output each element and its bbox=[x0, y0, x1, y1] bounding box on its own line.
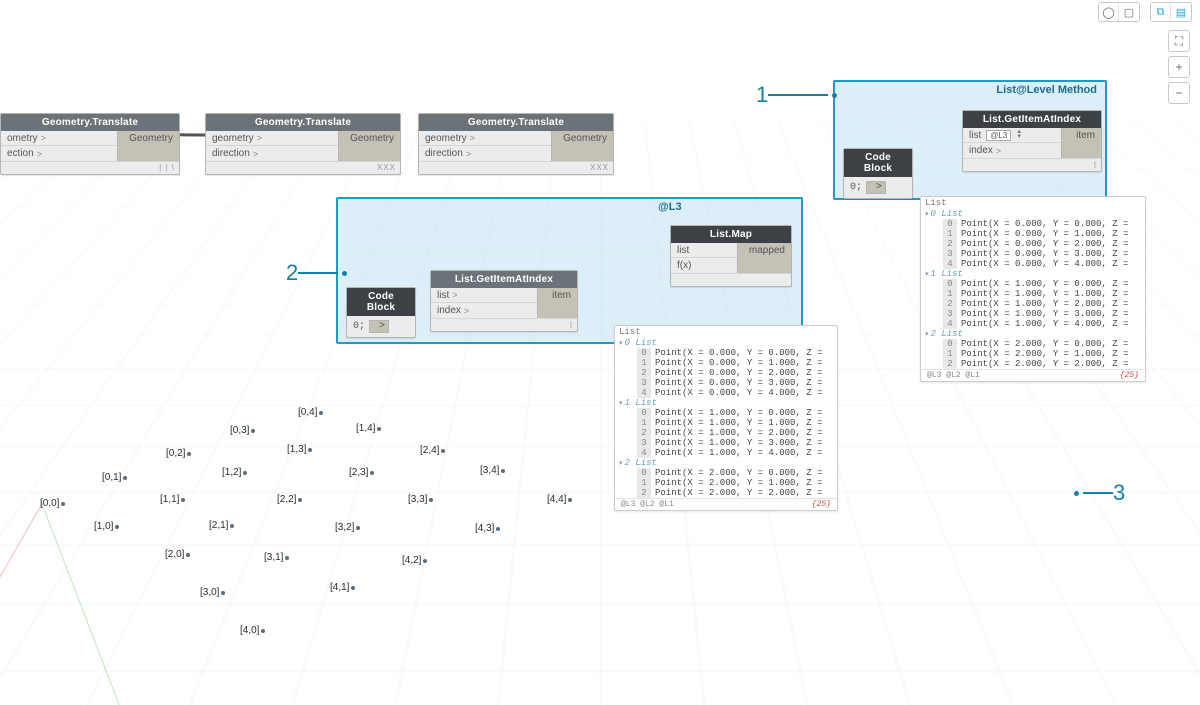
point-label: [2,1] bbox=[209, 520, 234, 531]
point-label: [2,2] bbox=[277, 494, 302, 505]
point-label: [3,0] bbox=[200, 587, 225, 598]
geometry-view-icon[interactable]: ◯ bbox=[1099, 3, 1119, 21]
lacing-indicator: | bbox=[431, 318, 577, 331]
chevron-icon bbox=[257, 133, 262, 143]
input-port-index[interactable]: index bbox=[963, 143, 1061, 158]
node-list-getitematindex-2[interactable]: List.GetItemAtIndex list index item | bbox=[430, 270, 578, 332]
point-label: [1,1] bbox=[160, 494, 185, 505]
chevron-icon bbox=[470, 133, 475, 143]
zoom-toolbar: ⛶ + − bbox=[1168, 30, 1190, 104]
group-level-tag: @L3 bbox=[658, 201, 682, 213]
point-label: [0,0] bbox=[40, 498, 65, 509]
input-port-list[interactable]: list bbox=[671, 243, 737, 258]
chevron-icon bbox=[996, 146, 1001, 156]
annotation-3: 3 bbox=[1070, 480, 1125, 506]
point-label: [0,4] bbox=[298, 407, 323, 418]
node-title: Geometry.Translate bbox=[419, 114, 613, 131]
input-port-list[interactable]: list @L3 ▲▼ bbox=[963, 128, 1061, 143]
chevron-icon bbox=[452, 290, 457, 300]
zoom-out-icon[interactable]: − bbox=[1168, 82, 1190, 104]
chevron-icon bbox=[37, 149, 42, 159]
point-label: [3,3] bbox=[408, 494, 433, 505]
input-port-list[interactable]: list bbox=[431, 288, 537, 303]
point-label: [2,0] bbox=[165, 549, 190, 560]
zoom-in-icon[interactable]: + bbox=[1168, 56, 1190, 78]
view-toolbar: ◯ ▢ ⧉ ▤ bbox=[1098, 2, 1192, 22]
point-label: [3,1] bbox=[264, 552, 289, 563]
node-code-block-1[interactable]: Code Block 0; > bbox=[843, 148, 913, 199]
output-port[interactable]: > bbox=[866, 181, 886, 194]
annotation-1: 1 bbox=[756, 82, 841, 108]
node-title: List.Map bbox=[671, 226, 791, 243]
point-label: [4,1] bbox=[330, 582, 355, 593]
point-label: [2,3] bbox=[349, 467, 374, 478]
node-title: Geometry.Translate bbox=[1, 114, 179, 131]
point-label: [4,0] bbox=[240, 625, 265, 636]
code-text[interactable]: 0; bbox=[850, 182, 862, 193]
input-port-fx[interactable]: f(x) bbox=[671, 258, 737, 273]
chevron-icon bbox=[253, 149, 258, 159]
input-port[interactable]: ection bbox=[1, 146, 117, 161]
point-label: [1,0] bbox=[94, 521, 119, 532]
lacing-indicator: XXX bbox=[206, 161, 400, 174]
point-label: [1,2] bbox=[222, 467, 247, 478]
output-port[interactable]: > bbox=[369, 320, 389, 333]
preview-panel-level[interactable]: List0 List0Point(X = 0.000, Y = 0.000, Z… bbox=[920, 196, 1146, 382]
lacing-indicator: XXX bbox=[419, 161, 613, 174]
output-port[interactable]: Geometry bbox=[552, 131, 613, 146]
input-port[interactable]: geometry bbox=[206, 131, 338, 146]
list-level-badge[interactable]: @L3 bbox=[986, 130, 1011, 141]
point-label: [0,3] bbox=[230, 425, 255, 436]
input-port[interactable]: direction bbox=[206, 146, 338, 161]
node-list-map[interactable]: List.Map list f(x) mapped bbox=[670, 225, 792, 287]
node-title: List.GetItemAtIndex bbox=[431, 271, 577, 288]
node-geometry-translate-2[interactable]: Geometry.Translate geometry direction Ge… bbox=[205, 113, 401, 175]
input-port[interactable]: ometry bbox=[1, 131, 117, 146]
lacing-indicator: | bbox=[963, 158, 1101, 171]
annotation-2: 2 bbox=[286, 260, 351, 286]
node-view-list-icon[interactable]: ▤ bbox=[1171, 3, 1191, 21]
node-geometry-translate-3[interactable]: Geometry.Translate geometry direction Ge… bbox=[418, 113, 614, 175]
output-port[interactable]: item bbox=[1062, 128, 1101, 143]
point-label: [1,4] bbox=[356, 423, 381, 434]
box-view-icon[interactable]: ▢ bbox=[1119, 3, 1139, 21]
input-port[interactable]: geometry bbox=[419, 131, 551, 146]
chevron-icon bbox=[466, 149, 471, 159]
level-stepper-icon[interactable]: ▲▼ bbox=[1016, 130, 1022, 140]
chevron-icon bbox=[41, 133, 46, 143]
output-port[interactable]: mapped bbox=[738, 243, 791, 258]
point-label: [4,4] bbox=[547, 494, 572, 505]
node-code-block-2[interactable]: Code Block 0; > bbox=[346, 287, 416, 338]
node-view-graph-icon[interactable]: ⧉ bbox=[1151, 3, 1171, 21]
output-port[interactable]: Geometry bbox=[339, 131, 400, 146]
output-port[interactable]: Geometry bbox=[118, 131, 179, 146]
group-title: List@Level Method bbox=[996, 84, 1097, 96]
lacing-indicator: | | \ bbox=[1, 161, 179, 174]
node-title: Code Block bbox=[844, 149, 912, 177]
point-label: [4,2] bbox=[402, 555, 427, 566]
node-geometry-translate-1[interactable]: Geometry.Translate ometry ection Geometr… bbox=[0, 113, 180, 175]
lacing-indicator bbox=[671, 273, 791, 286]
point-label: [4,3] bbox=[475, 523, 500, 534]
chevron-icon bbox=[464, 306, 469, 316]
code-text[interactable]: 0; bbox=[353, 321, 365, 332]
point-label: [2,4] bbox=[420, 445, 445, 456]
preview-panel-map[interactable]: List0 List0Point(X = 0.000, Y = 0.000, Z… bbox=[614, 325, 838, 511]
node-title: List.GetItemAtIndex bbox=[963, 111, 1101, 128]
node-title: Code Block bbox=[347, 288, 415, 316]
node-title: Geometry.Translate bbox=[206, 114, 400, 131]
fit-view-icon[interactable]: ⛶ bbox=[1168, 30, 1190, 52]
point-label: [3,4] bbox=[480, 465, 505, 476]
point-label: [3,2] bbox=[335, 522, 360, 533]
node-list-getitematindex-1[interactable]: List.GetItemAtIndex list @L3 ▲▼ index it… bbox=[962, 110, 1102, 172]
input-port[interactable]: direction bbox=[419, 146, 551, 161]
point-label: [1,3] bbox=[287, 444, 312, 455]
output-port[interactable]: item bbox=[538, 288, 577, 303]
point-label: [0,2] bbox=[166, 448, 191, 459]
input-port-index[interactable]: index bbox=[431, 303, 537, 318]
point-label: [0,1] bbox=[102, 472, 127, 483]
